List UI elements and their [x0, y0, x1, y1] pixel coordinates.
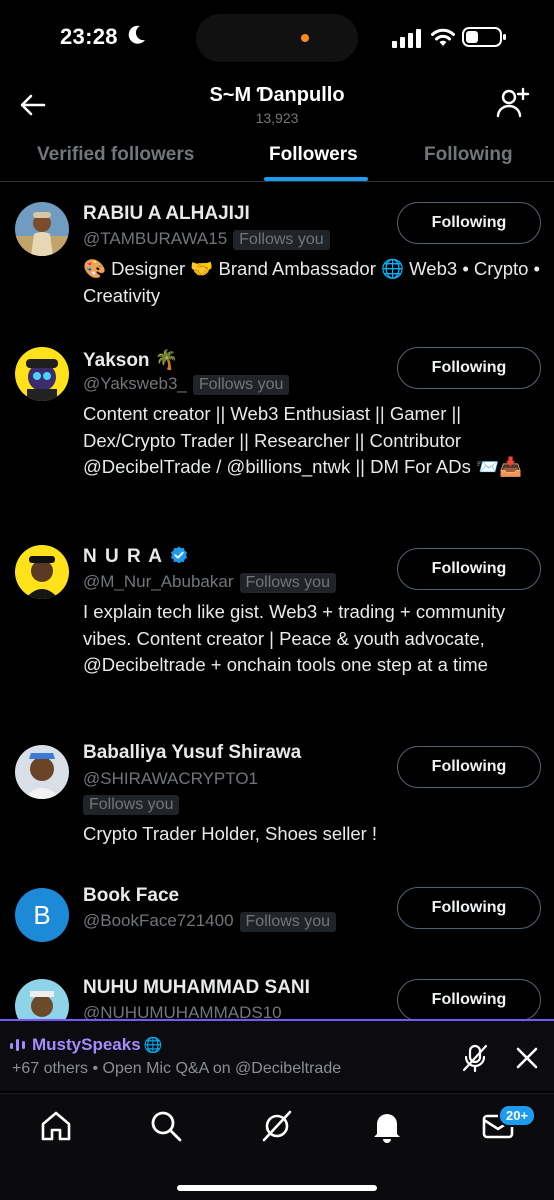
avatar[interactable]	[15, 202, 69, 256]
profile-header: S~M Ɗanpullo 13,923	[0, 80, 554, 130]
space-host-name: MustySpeaks	[32, 1035, 141, 1054]
avatar-image	[15, 745, 69, 799]
follower-handle[interactable]: @TAMBURAWA15	[83, 229, 227, 248]
follower-name[interactable]: Yakson 🌴	[83, 348, 178, 372]
following-button[interactable]: Following	[397, 746, 541, 788]
follower-name[interactable]: RABIU A ALHAJIJI	[83, 203, 250, 225]
live-space-bar[interactable]: MustySpeaks 🌐 +67 others • Open Mic Q&A o…	[0, 1019, 554, 1091]
follower-name-line: N U R A	[83, 546, 188, 568]
follower-name[interactable]: Baballiya Yusuf Shirawa	[83, 742, 301, 764]
handle-line: @Yaksweb3_ Follows you	[83, 374, 290, 395]
search-icon[interactable]	[148, 1108, 184, 1144]
avatar[interactable]	[15, 745, 69, 799]
follows-you-badge: Follows you	[192, 375, 290, 395]
follower-handle[interactable]: @BookFace721400	[83, 911, 234, 930]
avatar[interactable]	[15, 545, 69, 599]
follower-name[interactable]: N U R A	[83, 546, 163, 567]
follows-you-badge: Follows you	[239, 573, 336, 593]
following-button[interactable]: Following	[397, 979, 541, 1021]
home-icon[interactable]	[38, 1108, 74, 1144]
following-button[interactable]: Following	[397, 887, 541, 929]
verified-badge-icon	[170, 546, 187, 564]
following-button[interactable]: Following	[397, 347, 541, 389]
avatar[interactable]	[15, 347, 69, 401]
home-indicator[interactable]	[177, 1185, 377, 1191]
bell-icon[interactable]	[369, 1108, 405, 1144]
battery-icon	[462, 27, 506, 47]
handle-line: @M_Nur_Abubakar Follows you	[83, 572, 336, 593]
space-description: +67 others • Open Mic Q&A on @Decibeltra…	[12, 1060, 342, 1077]
follower-name[interactable]: Book Face	[83, 885, 179, 907]
status-bar: 23:28	[0, 0, 554, 76]
follower-handle[interactable]: @M_Nur_Abubakar	[83, 572, 234, 591]
avatar[interactable]: B	[15, 888, 69, 942]
bottom-navigation: 20+	[0, 1093, 554, 1200]
avatar-image	[15, 979, 69, 1021]
add-user-icon[interactable]	[496, 86, 530, 120]
follower-handle[interactable]: @Yaksweb3_	[83, 374, 187, 393]
moon-icon	[128, 25, 145, 44]
follows-you-badge: Follows you	[83, 795, 180, 815]
follower-bio: 🎨 Designer 🤝 Brand Ambassador 🌐 Web3 • C…	[83, 258, 541, 306]
tab-followers[interactable]: Followers	[269, 144, 358, 166]
tab-following[interactable]: Following	[424, 144, 513, 166]
messages-count-badge: 20+	[498, 1104, 537, 1127]
grok-icon[interactable]	[259, 1108, 295, 1144]
follows-you-badge: Follows you	[239, 912, 337, 932]
handle-line: @TAMBURAWA15 Follows you	[83, 229, 330, 250]
status-time: 23:28	[60, 24, 118, 49]
follows-you-badge: Follows you	[233, 230, 330, 250]
dynamic-island	[196, 14, 358, 62]
follower-tabs: Verified followers Followers Following	[0, 132, 554, 182]
followers-list: RABIU A ALHAJIJI @TAMBURAWA15 Follows you…	[0, 183, 554, 1021]
following-button[interactable]: Following	[397, 548, 541, 590]
cellular-signal-icon	[392, 29, 421, 48]
handle-line: @BookFace721400 Follows you	[83, 911, 337, 932]
handle-line: Follows you	[83, 794, 180, 815]
avatar-image	[15, 545, 69, 599]
follower-name[interactable]: NUHU MUHAMMAD SANI	[83, 977, 310, 999]
follower-bio: I explain tech like gist. Web3 + trading…	[83, 601, 506, 675]
tab-verified-followers[interactable]: Verified followers	[37, 144, 194, 166]
wifi-icon	[431, 28, 455, 46]
following-button[interactable]: Following	[397, 202, 541, 244]
audio-wave-icon	[10, 1039, 25, 1051]
avatar-image	[15, 347, 69, 401]
globe-emoji: 🌐	[143, 1037, 163, 1054]
profile-post-count: 13,923	[255, 110, 299, 126]
follower-handle[interactable]: @SHIRAWACRYPTO1	[83, 769, 258, 789]
close-icon[interactable]	[514, 1045, 540, 1071]
follower-bio: Crypto Trader Holder, Shoes seller !	[83, 823, 378, 844]
privacy-indicator-dot	[301, 34, 309, 42]
profile-name-title: S~M Ɗanpullo	[209, 84, 345, 106]
avatar-image	[15, 202, 69, 256]
active-tab-indicator	[264, 177, 368, 181]
avatar[interactable]	[15, 979, 69, 1021]
follower-bio: Content creator || Web3 Enthusiast || Ga…	[83, 403, 523, 477]
space-host-line: MustySpeaks 🌐	[10, 1035, 162, 1055]
mic-off-icon[interactable]	[460, 1043, 490, 1073]
